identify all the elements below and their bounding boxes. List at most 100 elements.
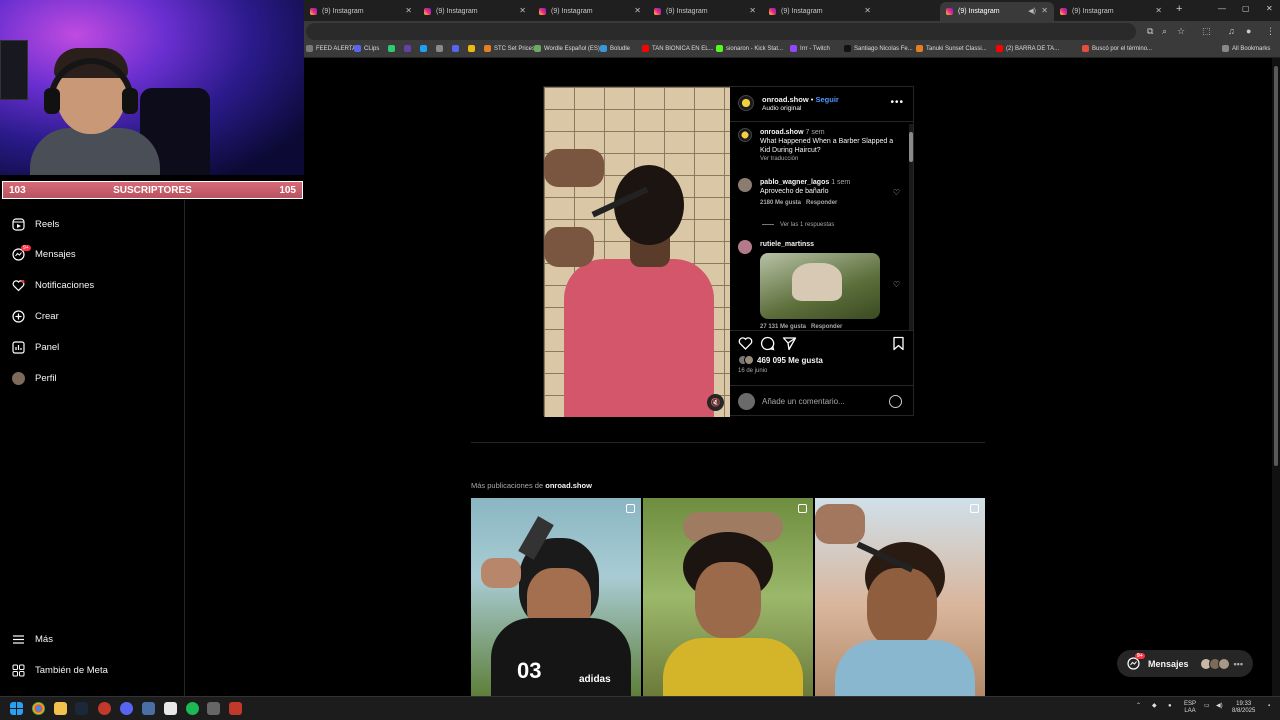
browser-tab-active[interactable]: (9) Instagram ◀) ✕ <box>940 2 1054 21</box>
tray-app-icon[interactable]: ◆ <box>1152 703 1157 710</box>
windows-start-icon[interactable] <box>10 702 23 715</box>
like-heart-icon[interactable] <box>738 336 753 351</box>
obs-icon[interactable] <box>164 702 177 715</box>
caption-avatar[interactable] <box>738 128 752 142</box>
comments-scrollbar[interactable] <box>909 124 913 330</box>
author-avatar[interactable] <box>738 95 754 111</box>
browser-tab[interactable]: (9) Instagram ✕ <box>763 2 877 21</box>
install-app-icon[interactable]: ⧉ <box>1147 26 1153 37</box>
reply-button[interactable]: Responder <box>811 324 842 330</box>
likes-count[interactable]: 469 095 Me gusta <box>738 355 823 365</box>
star-icon[interactable]: ☆ <box>1177 26 1185 37</box>
author-username[interactable]: onroad.show <box>762 95 809 104</box>
close-window-icon[interactable]: ✕ <box>1266 4 1273 13</box>
bookmark-item[interactable]: All Bookmarks <box>1222 45 1270 52</box>
view-replies[interactable]: Ver las 1 respuestas <box>762 222 834 228</box>
mic-icon[interactable]: ● <box>1168 703 1172 710</box>
zoom-icon[interactable]: ⌕ <box>1162 26 1167 37</box>
bookmark-item[interactable]: sionaron - Kick Stat... <box>716 45 783 52</box>
commenter-avatar[interactable] <box>738 240 752 254</box>
bookmark-item[interactable] <box>452 45 462 52</box>
add-comment-input[interactable] <box>762 394 882 408</box>
steam-icon[interactable] <box>75 702 88 715</box>
follow-button[interactable]: Seguir <box>816 95 839 104</box>
close-tab-icon[interactable]: ✕ <box>519 6 526 15</box>
browser-tab[interactable]: (9) Instagram ✕ <box>533 2 647 21</box>
bookmark-item[interactable] <box>468 45 478 52</box>
mute-icon[interactable]: 🔇 <box>707 394 724 411</box>
emoji-icon[interactable] <box>889 395 902 408</box>
bookmark-item[interactable] <box>420 45 430 52</box>
omnibox[interactable] <box>306 23 1136 40</box>
more-options-icon[interactable]: ••• <box>890 97 904 108</box>
sidebar-item-profile[interactable]: Perfil <box>12 368 57 388</box>
close-tab-icon[interactable]: ✕ <box>1041 6 1048 15</box>
comments-list[interactable]: onroad.show 7 sem What Happened When a B… <box>730 121 914 331</box>
menu-kebab-icon[interactable]: ⋮ <box>1266 26 1275 37</box>
close-tab-icon[interactable]: ✕ <box>1155 6 1162 15</box>
bookmark-item[interactable]: FEED ALERTAS <box>306 45 360 52</box>
sidebar-item-reels[interactable]: Reels <box>12 214 59 234</box>
maximize-icon[interactable]: ▢ <box>1242 4 1250 13</box>
close-tab-icon[interactable]: ✕ <box>634 6 641 15</box>
bookmark-item[interactable]: CLips <box>354 45 379 52</box>
notifications-bell-icon[interactable]: ▪ <box>1268 703 1270 710</box>
more-post-thumbnail[interactable]: 03 adidas <box>471 498 641 696</box>
audio-label[interactable]: Audio original <box>762 104 839 113</box>
bookmark-item[interactable] <box>388 45 398 52</box>
save-bookmark-icon[interactable] <box>891 336 906 351</box>
tray-chevron-icon[interactable]: ⌃ <box>1136 703 1141 710</box>
more-post-thumbnail[interactable] <box>643 498 813 696</box>
bookmark-item[interactable]: TAN BIONICA EN EL... <box>642 45 714 52</box>
language-indicator[interactable]: ESP LAA <box>1184 701 1196 715</box>
media-icon[interactable]: ♫ <box>1228 26 1235 36</box>
comment-like-heart-icon[interactable]: ♡ <box>893 188 900 197</box>
sidebar-item-more[interactable]: Más <box>12 629 53 649</box>
sidebar-item-also-from-meta[interactable]: También de Meta <box>12 660 108 680</box>
comment-icon[interactable] <box>760 336 775 351</box>
close-tab-icon[interactable]: ✕ <box>749 6 756 15</box>
post-video[interactable]: 🔇 <box>544 87 730 417</box>
browser-tab[interactable]: (9) Instagram ✕ <box>1054 2 1168 21</box>
speaker-icon[interactable]: ◀) <box>1028 7 1036 15</box>
spotify-icon[interactable] <box>186 702 199 715</box>
file-explorer-icon[interactable] <box>54 702 67 715</box>
sidebar-item-messages[interactable]: 9+ Mensajes <box>12 244 76 264</box>
post-date[interactable]: 16 de junio <box>738 368 767 374</box>
bookmark-item[interactable]: Santiago Nicolas Fe... <box>844 45 913 52</box>
bookmark-item[interactable]: Tanuki Sunset Classi... <box>916 45 987 52</box>
app-icon[interactable] <box>98 702 111 715</box>
app-icon[interactable] <box>229 702 242 715</box>
bookmark-item[interactable]: Irrr - Twitch <box>790 45 830 52</box>
bookmark-item[interactable]: Boludle <box>600 45 630 52</box>
messages-floating-button[interactable]: 9+ Mensajes ••• <box>1117 650 1253 677</box>
sidebar-item-create[interactable]: Crear <box>12 306 59 326</box>
clock[interactable]: 19:33 8/8/2025 <box>1232 701 1255 715</box>
bookmark-item[interactable]: Wordle Español (ES) <box>534 45 600 52</box>
reply-button[interactable]: Responder <box>806 200 837 206</box>
bookmark-item[interactable]: STC Set Prices <box>484 45 535 52</box>
bookmark-item[interactable]: (2) BARRA DE TA... <box>996 45 1059 52</box>
new-tab-icon[interactable]: + <box>1176 3 1182 15</box>
bookmark-item[interactable]: Buscó por el término... <box>1082 45 1152 52</box>
sidebar-item-panel[interactable]: Panel <box>12 337 59 357</box>
share-icon[interactable] <box>782 336 797 351</box>
comment-like-heart-icon[interactable]: ♡ <box>893 280 900 289</box>
translate-link[interactable]: Ver traducción <box>760 155 898 164</box>
volume-icon[interactable]: ◀) <box>1216 703 1223 710</box>
bookmark-item[interactable] <box>436 45 446 52</box>
close-tab-icon[interactable]: ✕ <box>405 6 412 15</box>
page-scrollbar[interactable] <box>1272 58 1280 696</box>
browser-tab[interactable]: (9) Instagram ✕ <box>418 2 532 21</box>
browser-tab[interactable]: (9) Instagram ✕ <box>304 2 418 21</box>
profile-icon[interactable]: ● <box>1246 26 1251 36</box>
chrome-icon[interactable] <box>32 702 45 715</box>
discord-icon[interactable] <box>120 702 133 715</box>
more-post-thumbnail[interactable] <box>815 498 985 696</box>
bookmark-item[interactable] <box>404 45 414 52</box>
close-tab-icon[interactable]: ✕ <box>864 6 871 15</box>
commenter-avatar[interactable] <box>738 178 752 192</box>
app-icon[interactable] <box>207 702 220 715</box>
minimize-icon[interactable]: — <box>1218 4 1226 13</box>
sidebar-item-notifications[interactable]: Notificaciones <box>12 275 94 295</box>
